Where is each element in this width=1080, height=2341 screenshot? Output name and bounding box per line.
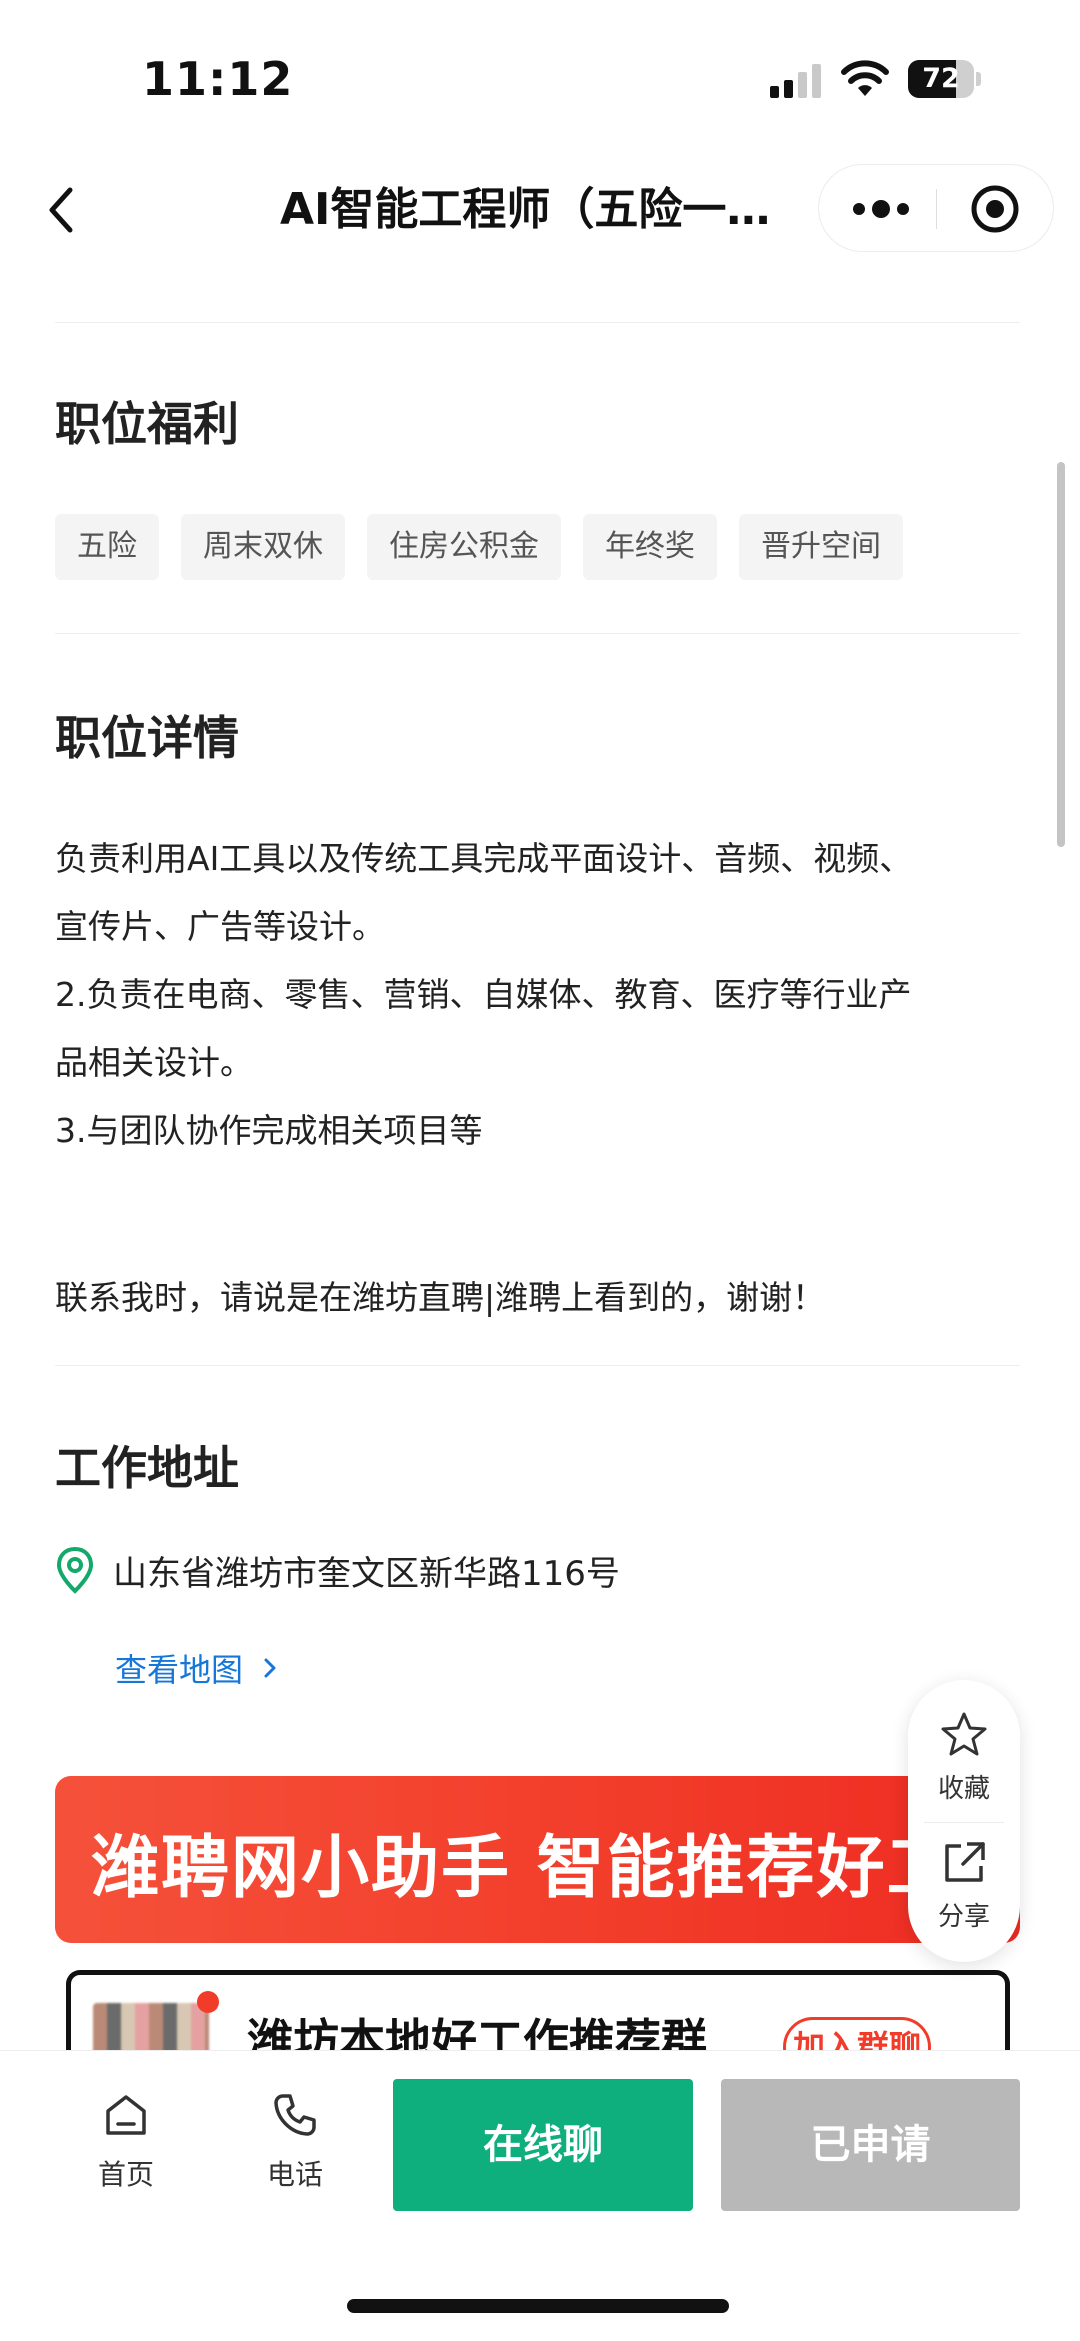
status-bar: 11:12 72: [0, 0, 1080, 150]
online-chat-button[interactable]: 在线聊: [393, 2079, 693, 2211]
phone-button[interactable]: 电话: [245, 2091, 345, 2193]
star-icon: [941, 1712, 987, 1756]
home-label: 首页: [97, 2158, 154, 2191]
description-line: 宣传片、广告等设计。: [55, 907, 385, 946]
location-title: 工作地址: [55, 1441, 239, 1495]
miniprogram-capsule: [818, 164, 1054, 252]
floating-actions: 收藏 分享: [908, 1680, 1020, 1962]
share-button[interactable]: 分享: [908, 1838, 1020, 1958]
cellular-signal-icon: [770, 64, 821, 98]
banner-text: 潍聘网小助手 智能推荐好工: [91, 1829, 957, 1908]
benefits-title: 职位福利: [55, 397, 239, 451]
bottom-action-bar: 首页 电话 在线聊 已申请: [0, 2050, 1080, 2341]
back-arrow-icon[interactable]: [38, 180, 88, 240]
phone-icon: [274, 2094, 316, 2136]
details-title: 职位详情: [55, 711, 239, 765]
join-group-button[interactable]: 加入群聊: [783, 2017, 931, 2050]
battery-level: 72: [922, 63, 960, 94]
chevron-right-icon: [264, 1658, 276, 1678]
group-recommend-card[interactable]: 潍坊本地好工作推荐群 加入群聊: [66, 1970, 1010, 2050]
divider: [55, 633, 1020, 634]
job-description: 负责利用AI工具以及传统工具完成平面设计、音频、视频、 宣传片、广告等设计。 2…: [55, 825, 1025, 1165]
wifi-icon: [841, 60, 889, 96]
home-indicator: [347, 2299, 729, 2313]
page-title: AI智能工程师（五险一…: [280, 184, 771, 235]
favorite-label: 收藏: [937, 1774, 990, 1804]
description-line: 品相关设计。: [55, 1043, 253, 1082]
unread-dot: [197, 1991, 219, 2013]
benefit-tags: 五险 周末双休 住房公积金 年终奖 晋升空间: [55, 514, 903, 580]
contact-note: 联系我时，请说是在潍坊直聘|潍聘上看到的，谢谢！: [55, 1278, 826, 1317]
status-time: 11:12: [142, 52, 294, 106]
battery-indicator: 72: [908, 60, 981, 98]
more-icon[interactable]: [849, 187, 913, 231]
group-avatar: [93, 2003, 209, 2050]
home-button[interactable]: 首页: [76, 2091, 176, 2193]
divider: [55, 322, 1020, 323]
favorite-button[interactable]: 收藏: [908, 1710, 1020, 1830]
benefit-tag: 年终奖: [583, 514, 717, 580]
address-row: 山东省潍坊市奎文区新华路116号: [55, 1540, 620, 1600]
applied-button[interactable]: 已申请: [721, 2079, 1020, 2211]
location-pin-icon: [56, 1546, 94, 1594]
view-map-label: 查看地图: [115, 1651, 244, 1689]
benefit-tag: 五险: [55, 514, 159, 580]
home-icon: [106, 2095, 146, 2135]
divider: [55, 1365, 1020, 1366]
description-line: 3.与团队协作完成相关项目等: [55, 1111, 483, 1150]
phone-label: 电话: [266, 2158, 323, 2191]
description-line: 负责利用AI工具以及传统工具完成平面设计、音频、视频、: [55, 839, 913, 878]
share-label: 分享: [937, 1902, 990, 1932]
address-text: 山东省潍坊市奎文区新华路116号: [113, 1553, 620, 1594]
description-line: 2.负责在电商、零售、营销、自媒体、教育、医疗等行业产: [55, 975, 912, 1014]
benefit-tag: 晋升空间: [739, 514, 903, 580]
view-map-link[interactable]: 查看地图: [115, 1640, 283, 1696]
close-miniprogram-icon[interactable]: [969, 183, 1021, 235]
assistant-banner[interactable]: 潍聘网小助手 智能推荐好工: [55, 1776, 1020, 1943]
group-title: 潍坊本地好工作推荐群: [247, 2014, 707, 2050]
nav-bar: AI智能工程师（五险一…: [0, 150, 1080, 270]
scrollbar[interactable]: [1057, 462, 1065, 847]
benefit-tag: 周末双休: [181, 514, 345, 580]
benefit-tag: 住房公积金: [367, 514, 561, 580]
share-icon: [945, 1842, 985, 1882]
